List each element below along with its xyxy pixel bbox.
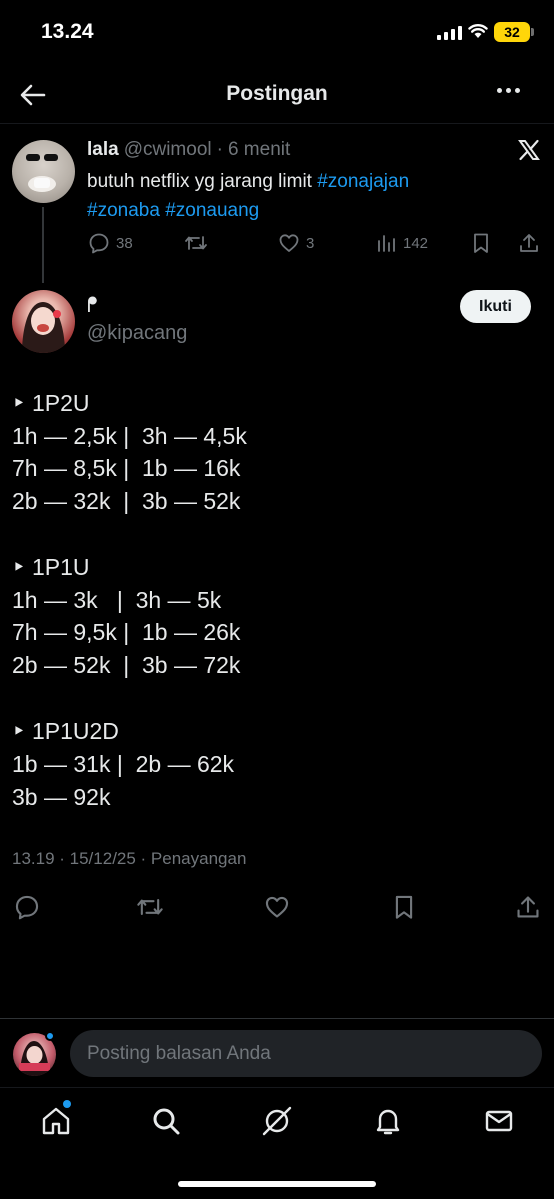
post-action-bar	[0, 894, 554, 920]
post-line: 7h — 8,5k | 1b — 16k	[12, 455, 241, 481]
hashtag-link[interactable]: #zonajajan	[317, 171, 409, 192]
reply-button[interactable]	[14, 894, 40, 920]
follow-button[interactable]: Ikuti	[460, 290, 531, 323]
post-meta: 13.19 · 15/12/25 · Penayangan	[12, 849, 247, 868]
bookmark-icon	[470, 232, 492, 254]
post-line: 1h — 3k | 3h — 5k	[12, 587, 222, 613]
x-logo-icon	[517, 138, 541, 162]
home-indicator[interactable]	[178, 1181, 376, 1187]
messages-icon[interactable]	[483, 1105, 515, 1137]
bookmark-button[interactable]	[470, 232, 492, 254]
repost-button[interactable]	[136, 894, 164, 920]
post-line: 2b — 32k | 3b — 52k	[12, 488, 241, 514]
home-icon[interactable]	[40, 1105, 72, 1137]
post-line: ‣ 1P2U	[12, 390, 90, 416]
parent-handle: @cwimool	[123, 139, 212, 160]
post-line: 1h — 2,5k | 3h — 4,5k	[12, 423, 247, 449]
bookmark-button[interactable]	[391, 894, 417, 920]
repost-icon	[136, 894, 164, 920]
post-line: 2b — 52k | 3b — 72k	[12, 652, 241, 678]
parent-text-plain: butuh netflix yg jarang limit	[87, 171, 318, 192]
page-title: Postingan	[226, 82, 328, 105]
thread-line	[42, 207, 44, 283]
views-count: 142	[403, 234, 429, 252]
like-count: 3	[306, 234, 315, 252]
post-line: ‣ 1P1U2D	[12, 718, 119, 744]
like-icon	[264, 894, 290, 920]
header-divider	[0, 123, 554, 124]
parent-author[interactable]: lala @cwimool · 6 menit	[87, 139, 290, 161]
post-line: 7h — 9,5k | 1b — 26k	[12, 619, 241, 645]
like-button[interactable]: 3	[278, 232, 314, 254]
cellular-signal-icon	[437, 25, 462, 40]
repost-icon	[184, 232, 208, 254]
search-icon[interactable]	[150, 1105, 182, 1137]
bookmark-icon	[391, 894, 417, 920]
more-icon[interactable]	[497, 88, 520, 93]
home-unread-dot	[63, 1100, 71, 1108]
parent-avatar[interactable]	[12, 140, 75, 203]
reply-icon	[88, 232, 110, 254]
share-icon	[518, 232, 540, 254]
share-button[interactable]	[518, 232, 540, 254]
reply-count: 38	[116, 234, 133, 252]
views-button[interactable]: 142	[375, 232, 428, 254]
wifi-icon	[468, 22, 488, 39]
battery-icon: 32	[494, 22, 530, 42]
reply-divider	[0, 1018, 554, 1019]
author-avatar[interactable]	[12, 290, 75, 353]
notification-dot	[45, 1031, 55, 1041]
parent-action-bar: 38 3 142	[88, 232, 538, 256]
post-line: ‣ 1P1U	[12, 554, 90, 580]
author-display-name[interactable]: ᖰ	[87, 294, 98, 318]
author-handle[interactable]: @kipacang	[87, 322, 187, 345]
status-time: 13.24	[41, 20, 94, 43]
share-button[interactable]	[515, 894, 541, 920]
hashtag-link[interactable]: #zonaba	[87, 200, 160, 221]
parent-separator: ·	[216, 139, 223, 160]
grok-icon[interactable]	[261, 1105, 293, 1137]
reply-icon	[14, 894, 40, 920]
parent-time: 6 menit	[227, 139, 291, 160]
like-button[interactable]	[264, 894, 290, 920]
parent-text: butuh netflix yg jarang limit #zonajajan…	[87, 167, 527, 225]
hashtag-link[interactable]: #zonauang	[165, 200, 259, 221]
notifications-icon[interactable]	[372, 1105, 404, 1137]
battery-tip	[531, 28, 534, 36]
like-icon	[278, 232, 300, 254]
repost-button[interactable]	[184, 232, 208, 254]
share-icon	[515, 894, 541, 920]
parent-name: lala	[87, 139, 119, 160]
views-icon	[375, 232, 397, 254]
post-line: 1b — 31k | 2b — 62k	[12, 751, 235, 777]
post-line: 3b — 92k	[12, 784, 111, 810]
reply-input[interactable]: Posting balasan Anda	[70, 1030, 542, 1077]
reply-button[interactable]: 38	[88, 232, 133, 254]
